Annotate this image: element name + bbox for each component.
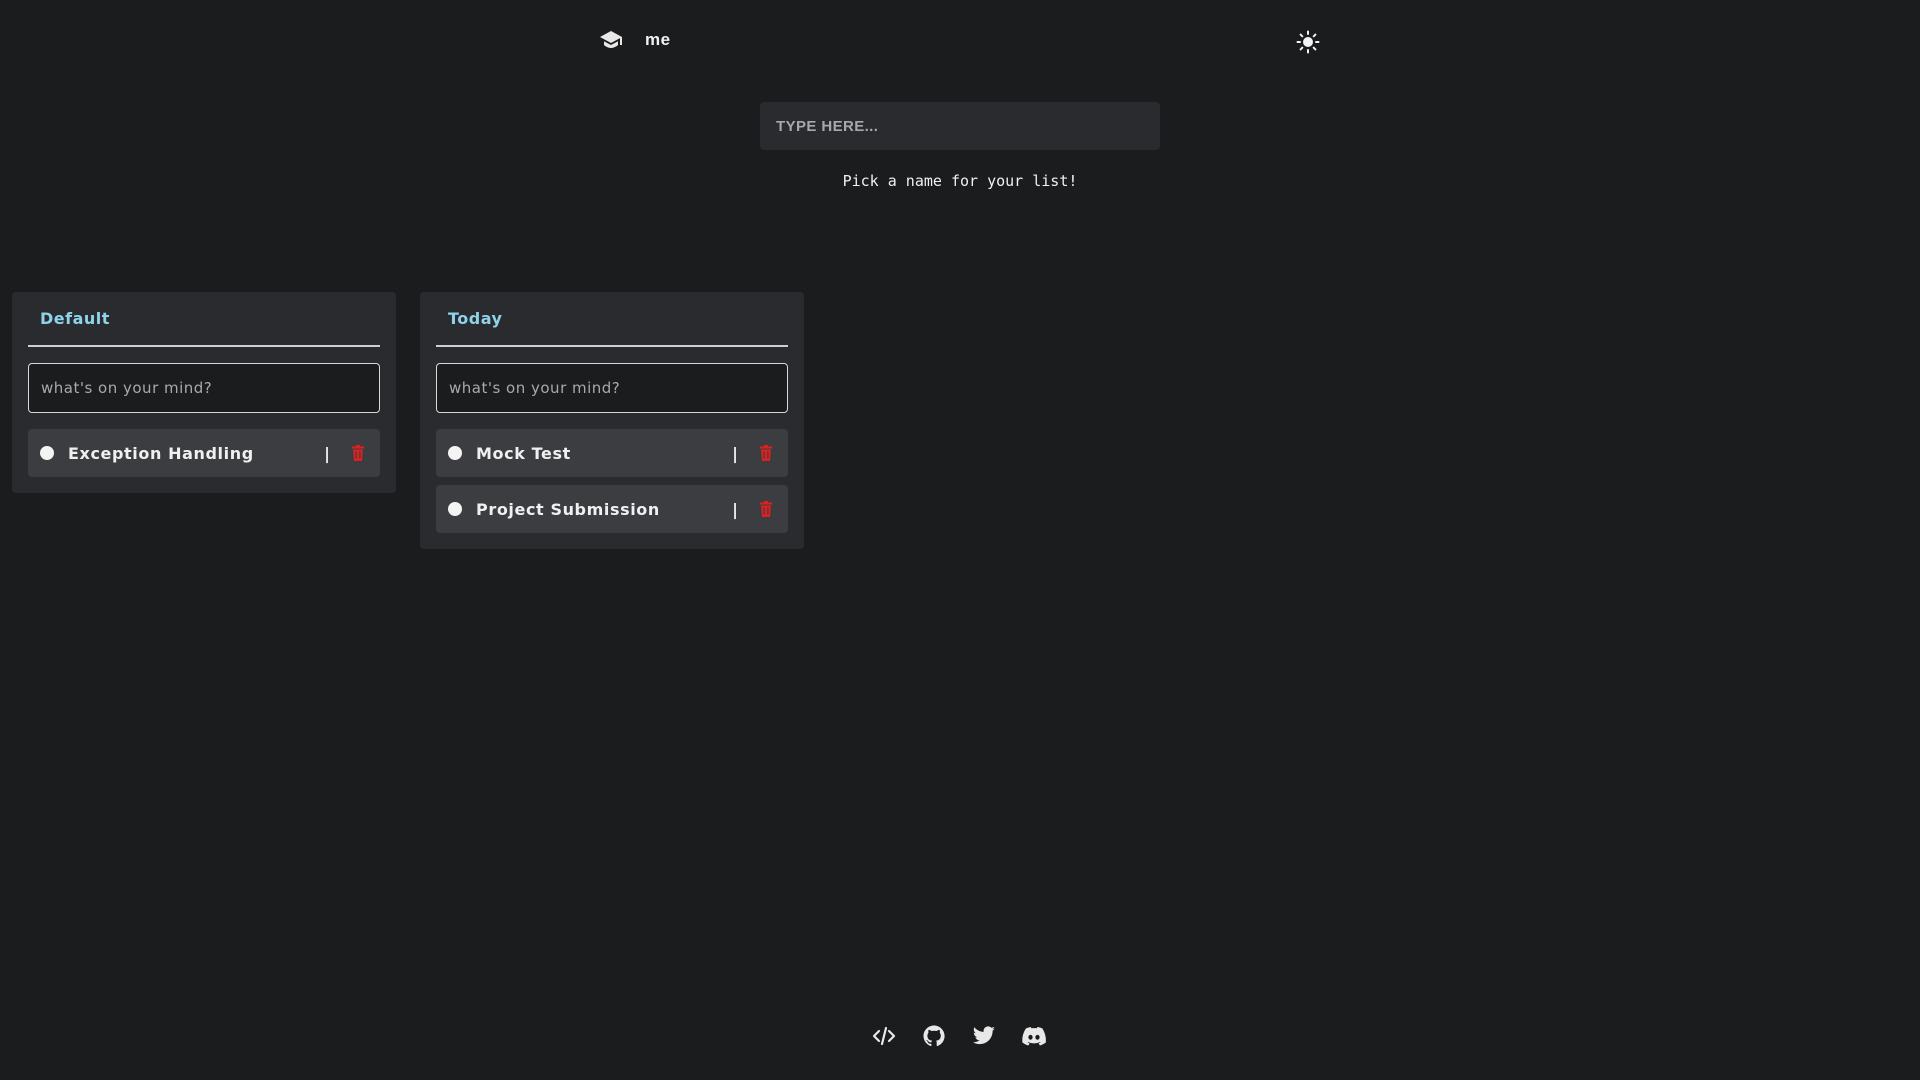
header: me bbox=[0, 0, 1920, 84]
trash-icon[interactable] bbox=[352, 445, 364, 461]
task-checkbox[interactable] bbox=[40, 446, 54, 460]
task-item[interactable]: Exception Handling | bbox=[28, 429, 380, 477]
task-text: Mock Test bbox=[476, 443, 571, 463]
twitter-icon[interactable] bbox=[972, 1024, 996, 1048]
github-icon[interactable] bbox=[922, 1024, 946, 1048]
task-item[interactable]: Mock Test | bbox=[436, 429, 788, 477]
username: me bbox=[645, 30, 671, 49]
task-text: Exception Handling bbox=[68, 443, 254, 463]
list-title[interactable]: Default bbox=[40, 309, 110, 328]
list-card-today: Today Mock Test | Project Submission | bbox=[420, 292, 804, 549]
graduation-cap-icon bbox=[600, 31, 622, 48]
trash-icon[interactable] bbox=[760, 501, 772, 517]
new-task-input[interactable] bbox=[28, 363, 380, 413]
list-header: Default bbox=[28, 292, 380, 347]
code-icon[interactable] bbox=[872, 1024, 896, 1048]
task-checkbox[interactable] bbox=[448, 446, 462, 460]
task-item[interactable]: Project Submission | bbox=[436, 485, 788, 533]
list-title[interactable]: Today bbox=[448, 309, 502, 328]
task-text: Project Submission bbox=[476, 499, 660, 519]
trash-icon[interactable] bbox=[760, 445, 772, 461]
brand[interactable]: me bbox=[599, 28, 671, 52]
new-list-hint: Pick a name for your list! bbox=[842, 172, 1078, 190]
task-separator: | bbox=[732, 499, 738, 519]
discord-icon[interactable] bbox=[1022, 1024, 1046, 1048]
footer-social-links bbox=[872, 1024, 1046, 1048]
task-checkbox[interactable] bbox=[448, 502, 462, 516]
task-separator: | bbox=[732, 443, 738, 463]
list-header: Today bbox=[436, 292, 788, 347]
task-separator: | bbox=[324, 443, 330, 463]
new-task-input[interactable] bbox=[436, 363, 788, 413]
list-card-default: Default Exception Handling | bbox=[12, 292, 396, 493]
sun-icon[interactable] bbox=[1296, 30, 1320, 54]
new-list-input[interactable] bbox=[760, 102, 1160, 150]
